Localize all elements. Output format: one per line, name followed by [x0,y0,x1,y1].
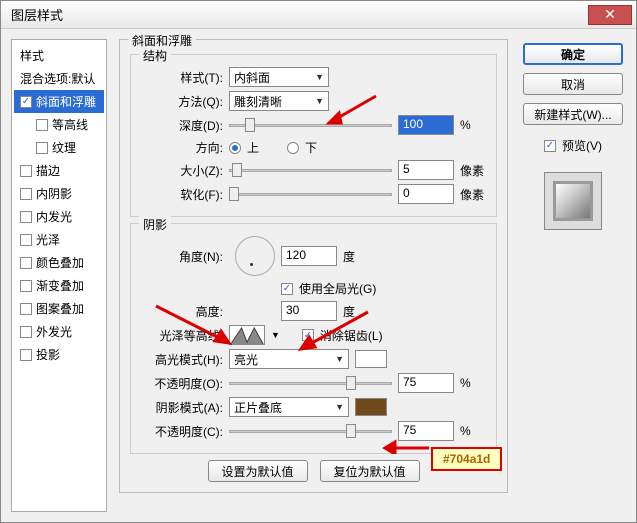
window-title: 图层样式 [11,5,588,24]
reset-default-button[interactable]: 复位为默认值 [320,460,420,482]
new-style-button[interactable]: 新建样式(W)... [523,103,623,125]
method-select[interactable]: 雕刻清晰▼ [229,91,329,111]
sidebar-item-dropshadow[interactable]: 投影 [14,343,104,366]
depth-label: 深度(D): [141,117,223,134]
checkbox-icon[interactable] [36,119,48,131]
style-label: 样式(T): [141,69,223,86]
soften-field[interactable]: 0 [398,184,454,204]
shadow-opacity-label: 不透明度(C): [141,423,223,440]
sidebar-item-bevel[interactable]: 斜面和浮雕 [14,90,104,113]
preview-checkbox[interactable] [544,140,556,152]
chevron-down-icon[interactable]: ▼ [271,330,280,340]
size-field[interactable]: 5 [398,160,454,180]
sidebar-item-coloroverlay[interactable]: 颜色叠加 [14,251,104,274]
depth-slider[interactable] [229,116,392,134]
chevron-down-icon: ▼ [335,354,344,364]
antialias-checkbox[interactable] [302,329,314,341]
checkbox-icon[interactable] [20,349,32,361]
checkbox-icon[interactable] [20,188,32,200]
subgroup-title: 结构 [139,47,171,64]
layer-style-dialog: 图层样式 ✕ 样式 混合选项:默认 斜面和浮雕 等高线 纹理 描边 [0,0,637,523]
unit-label: 度 [343,303,369,320]
sidebar-item-outerglow[interactable]: 外发光 [14,320,104,343]
size-slider[interactable] [229,161,392,179]
sidebar-item-innershadow[interactable]: 内阴影 [14,182,104,205]
style-select[interactable]: 内斜面▼ [229,67,329,87]
highlight-opacity-field[interactable]: 75 [398,373,454,393]
unit-label: % [460,376,486,390]
shadow-mode-label: 阴影模式(A): [141,399,223,416]
bevel-preview-icon [553,181,593,221]
shading-subgroup: 阴影 角度(N): 120 度 使用全局光(G) 高度: [130,223,497,454]
styles-sidebar: 样式 混合选项:默认 斜面和浮雕 等高线 纹理 描边 内阴影 [11,39,107,512]
checkbox-icon[interactable] [20,96,32,108]
sidebar-item-patternoverlay[interactable]: 图案叠加 [14,297,104,320]
gloss-contour-label: 光泽等高线: [141,327,223,344]
soften-label: 软化(F): [141,186,223,203]
checkbox-icon[interactable] [20,303,32,315]
close-button[interactable]: ✕ [588,5,632,25]
sidebar-item-satin[interactable]: 光泽 [14,228,104,251]
subgroup-title: 阴影 [139,216,171,233]
depth-field[interactable]: 100 [398,115,454,135]
unit-label: 度 [343,248,369,265]
structure-subgroup: 结构 样式(T): 内斜面▼ 方法(Q): 雕刻清晰▼ [130,54,497,217]
global-light-checkbox[interactable] [281,283,293,295]
unit-label: 像素 [460,162,486,179]
unit-label: % [460,118,486,132]
checkbox-icon[interactable] [20,280,32,292]
size-label: 大小(Z): [141,162,223,179]
sidebar-item-gradientoverlay[interactable]: 渐变叠加 [14,274,104,297]
direction-down-radio[interactable] [287,142,299,154]
set-default-button[interactable]: 设置为默认值 [208,460,308,482]
preview-thumbnail [544,172,602,230]
sidebar-item-texture[interactable]: 纹理 [14,136,104,159]
altitude-label: 高度: [141,303,223,320]
chevron-down-icon: ▼ [315,96,324,106]
bevel-group: 斜面和浮雕 结构 样式(T): 内斜面▼ 方法(Q): 雕刻清晰▼ [119,39,508,493]
sidebar-item-innerglow[interactable]: 内发光 [14,205,104,228]
highlight-color-swatch[interactable] [355,350,387,368]
main-panel: 斜面和浮雕 结构 样式(T): 内斜面▼ 方法(Q): 雕刻清晰▼ [119,39,508,512]
sidebar-item-contour[interactable]: 等高线 [14,113,104,136]
checkbox-icon[interactable] [20,211,32,223]
highlight-opacity-slider[interactable] [229,374,392,392]
unit-label: % [460,424,486,438]
unit-label: 像素 [460,186,486,203]
sidebar-item-stroke[interactable]: 描边 [14,159,104,182]
hex-annotation: #704a1d [431,447,502,471]
method-label: 方法(Q): [141,93,223,110]
sidebar-item-blend[interactable]: 混合选项:默认 [14,67,104,90]
shadow-mode-select[interactable]: 正片叠底▼ [229,397,349,417]
chevron-down-icon: ▼ [315,72,324,82]
angle-control[interactable] [235,236,275,276]
checkbox-icon[interactable] [20,165,32,177]
highlight-opacity-label: 不透明度(O): [141,375,223,392]
shadow-color-swatch[interactable] [355,398,387,416]
highlight-mode-label: 高光模式(H): [141,351,223,368]
checkbox-icon[interactable] [20,234,32,246]
angle-field[interactable]: 120 [281,246,337,266]
checkbox-icon[interactable] [36,142,48,154]
chevron-down-icon: ▼ [335,402,344,412]
titlebar: 图层样式 ✕ [1,1,636,29]
direction-up-radio[interactable] [229,142,241,154]
cancel-button[interactable]: 取消 [523,73,623,95]
shadow-opacity-field[interactable]: 75 [398,421,454,441]
gloss-contour-picker[interactable] [229,325,265,345]
direction-label: 方向: [141,139,223,156]
highlight-mode-select[interactable]: 亮光▼ [229,349,349,369]
angle-label: 角度(N): [141,248,223,265]
sidebar-head[interactable]: 样式 [14,44,104,67]
ok-button[interactable]: 确定 [523,43,623,65]
checkbox-icon[interactable] [20,257,32,269]
checkbox-icon[interactable] [20,326,32,338]
right-panel: 确定 取消 新建样式(W)... 预览(V) [520,39,626,512]
altitude-field[interactable]: 30 [281,301,337,321]
soften-slider[interactable] [229,185,392,203]
shadow-opacity-slider[interactable] [229,422,392,440]
